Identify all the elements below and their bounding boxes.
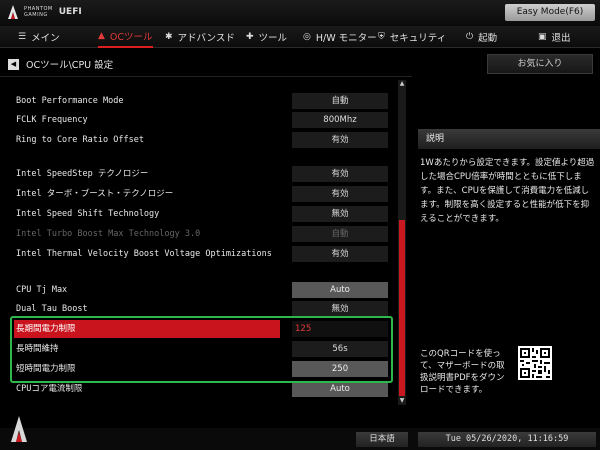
exit-icon: ▣ [538, 32, 547, 42]
tab-boot[interactable]: ⏻ 起動 [466, 26, 497, 48]
setting-label: Intel Turbo Boost Max Technology 3.0 [16, 229, 201, 239]
setting-ring-ratio-offset[interactable]: Ring to Core Ratio Offset 有効 [0, 131, 395, 149]
breadcrumb: ◀ OCツール\CPU 設定 [8, 57, 113, 71]
monitor-icon: ◎ [303, 32, 311, 42]
setting-value[interactable]: 無効 [292, 301, 388, 317]
setting-value[interactable]: Auto [292, 381, 388, 397]
scroll-up-icon[interactable]: ▲ [398, 80, 406, 88]
menu-icon: ☰ [18, 32, 27, 42]
tab-label: OCツール [109, 32, 153, 43]
tab-advanced[interactable]: ✱ アドバンスド [165, 26, 235, 48]
setting-fclk-frequency[interactable]: FCLK Frequency 800Mhz [0, 111, 395, 129]
qr-description: このQRコードを使って、マザーボードの取扱説明書PDFをダウンロードできます。 [420, 349, 505, 395]
scroll-down-icon[interactable]: ▼ [398, 397, 406, 405]
setting-value[interactable]: 800Mhz [292, 112, 388, 128]
language-button[interactable]: 日本語 [356, 432, 408, 447]
asrock-logo: PHANTOM GAMING UEFI [6, 4, 82, 20]
top-bar: PHANTOM GAMING UEFI Easy Mode(F6) [0, 0, 600, 26]
phantom-logo-icon [8, 5, 18, 19]
qr-code-icon [518, 346, 552, 380]
setting-value[interactable]: 有効 [292, 186, 388, 202]
setting-thermal-velocity-boost[interactable]: Intel Thermal Velocity Boost Voltage Opt… [0, 245, 395, 263]
setting-label: FCLK Frequency [16, 115, 88, 125]
star-icon: ✱ [165, 32, 173, 42]
header-divider [0, 76, 412, 77]
tab-label: 退出 [551, 33, 571, 44]
setting-turbo-boost[interactable]: Intel ターボ・ブースト・テクノロジー 有効 [0, 185, 395, 203]
setting-value[interactable]: 無効 [292, 206, 388, 222]
setting-label: Intel SpeedStep テクノロジー [16, 169, 149, 179]
setting-speed-shift[interactable]: Intel Speed Shift Technology 無効 [0, 205, 395, 223]
phantom-gaming-logo-icon [11, 416, 27, 442]
scrollbar[interactable]: ▲ ▼ [398, 80, 406, 405]
tab-label: メイン [31, 33, 60, 44]
highlight-box [10, 316, 393, 383]
wrench-icon: ✚ [246, 32, 254, 42]
setting-turbo-boost-max-3: Intel Turbo Boost Max Technology 3.0 自動 [0, 225, 395, 243]
favorite-button[interactable]: お気に入り [487, 54, 593, 74]
setting-label: Ring to Core Ratio Offset [16, 135, 144, 145]
tab-main[interactable]: ☰ メイン [18, 26, 60, 48]
setting-value[interactable]: Auto [292, 282, 388, 298]
tab-label: セキュリティ [389, 33, 447, 44]
setting-value[interactable]: 有効 [292, 132, 388, 148]
setting-label: Intel Speed Shift Technology [16, 209, 160, 219]
description-header: 説明 [418, 129, 600, 149]
setting-speedstep[interactable]: Intel SpeedStep テクノロジー 有効 [0, 165, 395, 183]
datetime-display: Tue 05/26/2020, 11:16:59 [418, 432, 596, 447]
shield-icon: ⛨ [378, 32, 385, 42]
tab-security[interactable]: ⛨ セキュリティ [378, 26, 446, 48]
setting-label: Boot Performance Mode [16, 96, 124, 106]
tab-label: ツール [258, 33, 288, 44]
setting-cpu-tj-max[interactable]: CPU Tj Max Auto [0, 281, 395, 299]
main-nav: ☰ メイン ▲ OCツール ✱ アドバンスド ✚ ツール ◎ H/W モニター … [0, 26, 600, 48]
tab-oc-tweaker[interactable]: ▲ OCツール [98, 26, 153, 48]
setting-value[interactable]: 有効 [292, 246, 388, 262]
easy-mode-button[interactable]: Easy Mode(F6) [505, 4, 595, 21]
brand-text: PHANTOM GAMING [24, 6, 53, 18]
setting-label: Intel Thermal Velocity Boost Voltage Opt… [16, 249, 272, 259]
tab-exit[interactable]: ▣ 退出 [538, 26, 571, 48]
power-icon: ⏻ [466, 32, 474, 42]
setting-value[interactable]: 有効 [292, 166, 388, 182]
description-text: 1Wあたりから設定できます。設定値より超過した場合CPU倍率が時間とともに低下し… [420, 158, 595, 224]
back-arrow-icon[interactable]: ◀ [8, 58, 19, 70]
uefi-label: UEFI [58, 7, 82, 17]
setting-value[interactable]: 自動 [292, 93, 388, 109]
tab-hw-monitor[interactable]: ◎ H/W モニター [303, 26, 377, 48]
setting-label: Intel ターボ・ブースト・テクノロジー [16, 189, 174, 199]
tab-label: 起動 [478, 33, 498, 44]
setting-label: CPU Tj Max [16, 285, 68, 295]
tab-label: アドバンスド [177, 33, 235, 44]
brand-line-2: GAMING [24, 12, 48, 18]
breadcrumb-text: OCツール\CPU 設定 [26, 60, 114, 71]
flame-icon: ▲ [98, 31, 105, 41]
setting-value: 自動 [292, 226, 388, 242]
tab-label: H/W モニター [315, 33, 377, 44]
scrollbar-thumb[interactable] [399, 220, 405, 396]
tab-tool[interactable]: ✚ ツール [246, 26, 287, 48]
setting-boot-performance-mode[interactable]: Boot Performance Mode 自動 [0, 92, 395, 110]
